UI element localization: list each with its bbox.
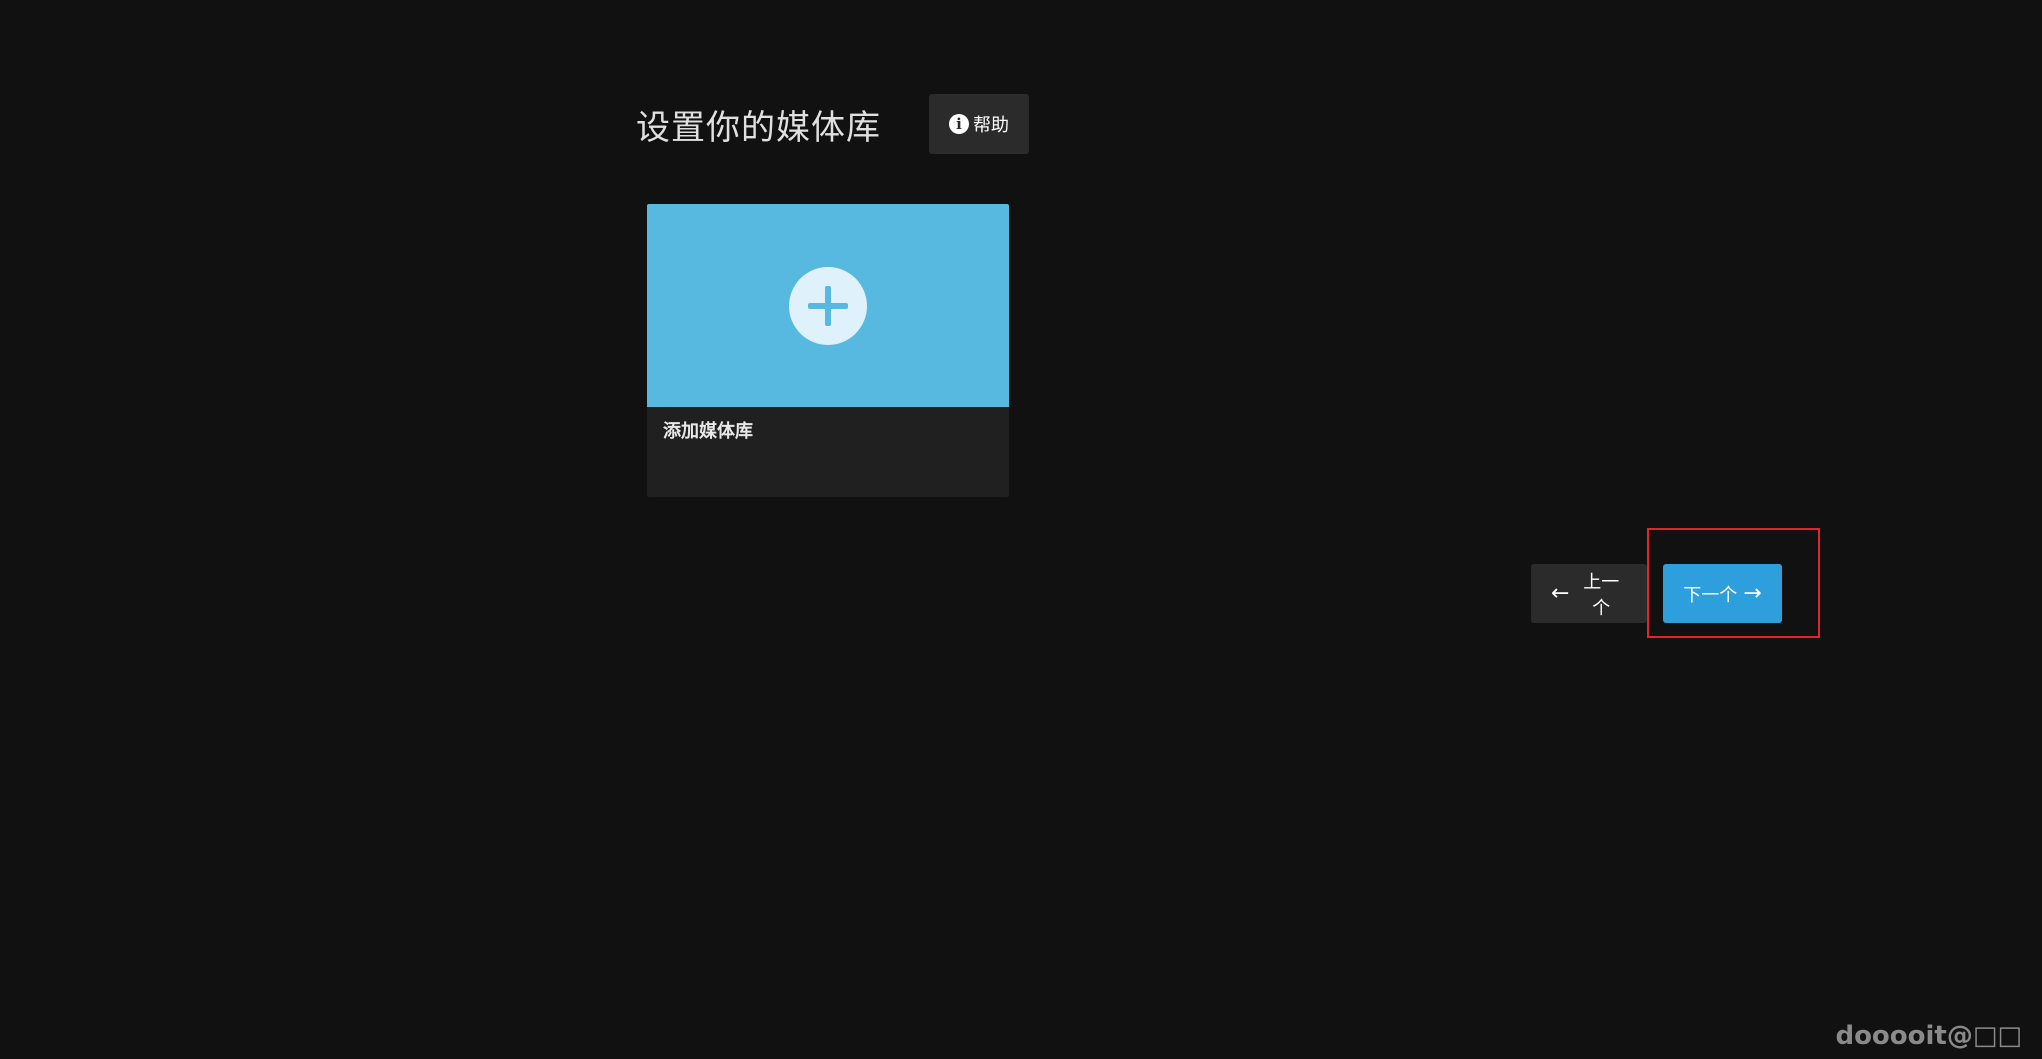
page-header: 设置你的媒体库 i 帮助	[636, 94, 1029, 154]
plus-icon	[789, 266, 867, 345]
next-button-label: 下一个	[1683, 584, 1738, 606]
previous-button-label: 上一个	[1583, 571, 1620, 619]
page-title: 设置你的媒体库	[636, 107, 881, 148]
add-library-card[interactable]: 添加媒体库	[647, 204, 1009, 497]
previous-button[interactable]: ← 上一个	[1531, 564, 1647, 623]
arrow-left-icon: ←	[1551, 580, 1570, 606]
arrow-right-icon: →	[1743, 580, 1762, 606]
wizard-navigation: ← 上一个 下一个 →	[1531, 564, 1782, 623]
info-icon: i	[949, 114, 969, 134]
watermark: dooooit@□□	[1835, 1021, 2022, 1051]
add-library-label: 添加媒体库	[663, 421, 753, 442]
next-button[interactable]: 下一个 →	[1663, 564, 1782, 623]
setup-page: 设置你的媒体库 i 帮助 添加媒体库 ← 上一个 下一个 → dooooit@□…	[0, 0, 2042, 1059]
help-button[interactable]: i 帮助	[929, 94, 1029, 154]
card-image	[647, 204, 1009, 407]
help-button-label: 帮助	[973, 115, 1009, 136]
